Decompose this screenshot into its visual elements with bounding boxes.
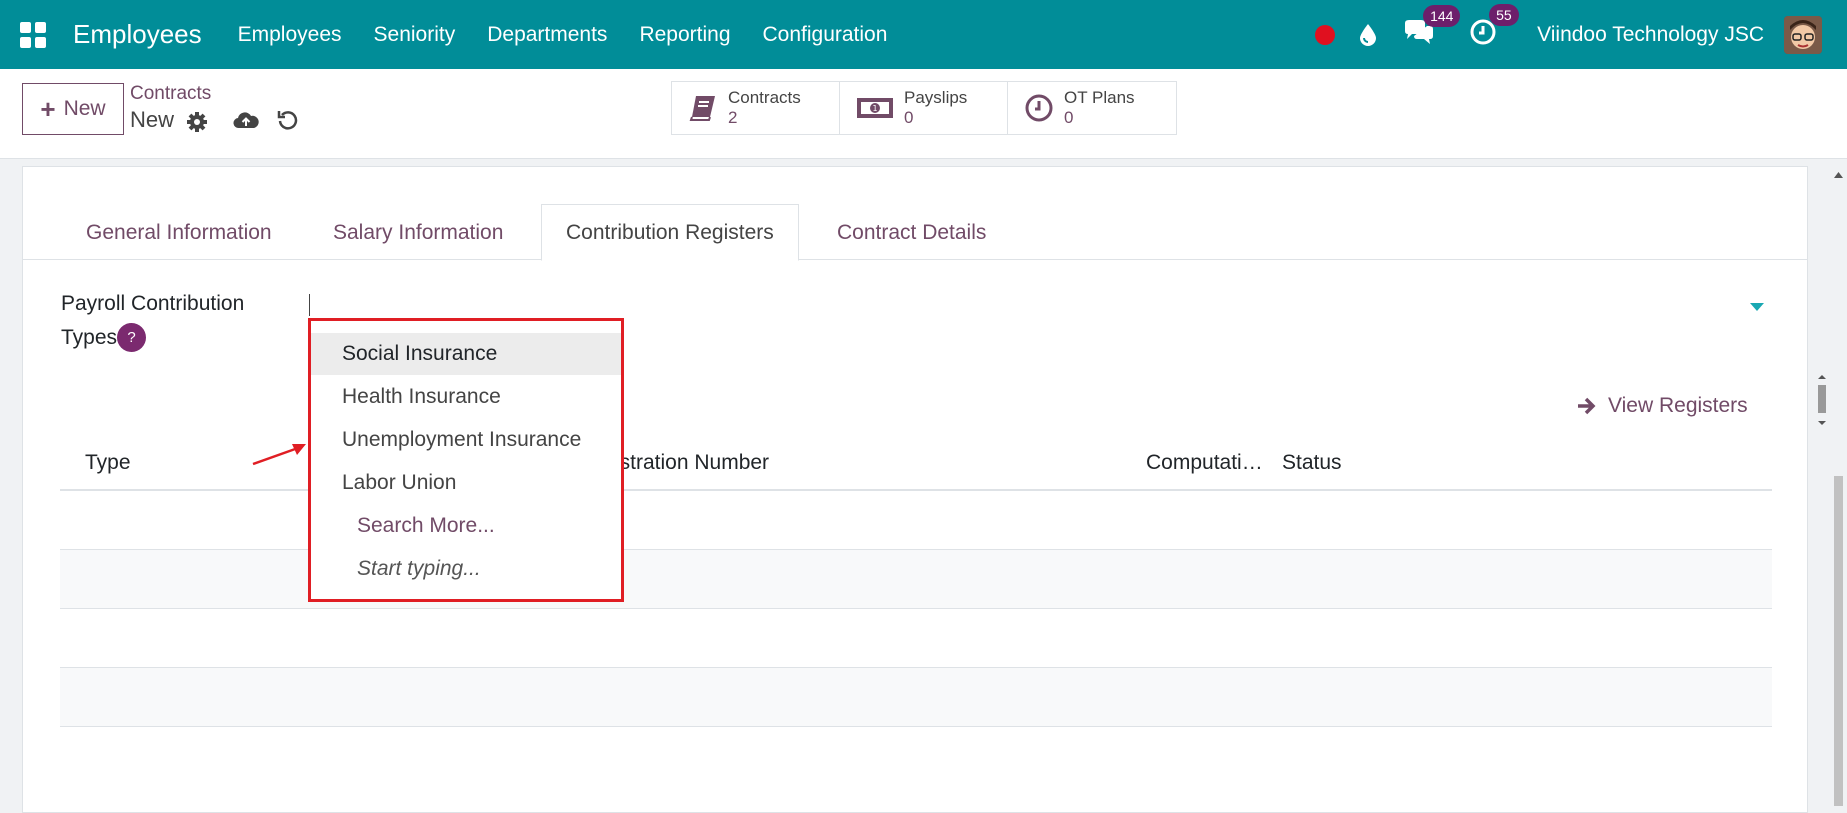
activities-menu[interactable]: 55 — [1469, 4, 1519, 51]
option-health-insurance[interactable]: Health Insurance — [311, 376, 621, 418]
annotation-arrow-icon — [252, 444, 306, 466]
breadcrumb-current: New — [130, 107, 175, 132]
breadcrumb-contracts[interactable]: Contracts — [130, 83, 211, 105]
top-navbar: Employees Employees Seniority Department… — [0, 0, 1847, 69]
drop-icon[interactable] — [1359, 23, 1377, 47]
tab-general-information[interactable]: General Information — [62, 204, 296, 261]
arrow-right-icon — [1578, 397, 1596, 415]
main-menu: Employees Seniority Departments Reportin… — [222, 23, 904, 47]
money-icon: 1 — [857, 98, 893, 118]
smart-value: 0 — [1064, 108, 1074, 127]
smart-label: Payslips — [904, 88, 968, 107]
option-labor-union[interactable]: Labor Union — [311, 462, 621, 504]
plus-icon: + — [40, 94, 56, 124]
menu-employees[interactable]: Employees — [238, 23, 342, 47]
tab-salary-information[interactable]: Salary Information — [309, 204, 527, 261]
help-tooltip-icon[interactable]: ? — [117, 323, 147, 352]
search-more-link[interactable]: Search More... — [311, 505, 621, 547]
gear-icon[interactable] — [186, 111, 208, 133]
menu-seniority[interactable]: Seniority — [374, 23, 456, 47]
sheet-scrollbar[interactable] — [1814, 372, 1830, 428]
view-registers-button[interactable]: View Registers — [1576, 394, 1748, 418]
option-unemployment-insurance[interactable]: Unemployment Insurance — [311, 419, 621, 461]
autocomplete-dropdown: Social Insurance Health Insurance Unempl… — [308, 318, 624, 602]
messages-menu[interactable]: 144 — [1403, 5, 1461, 50]
tab-contract-details[interactable]: Contract Details — [813, 204, 1010, 261]
page-scrollbar[interactable] — [1830, 166, 1847, 813]
table-row — [60, 609, 1772, 668]
discard-undo-icon[interactable] — [277, 109, 299, 131]
smart-label: OT Plans — [1064, 88, 1135, 107]
tab-contribution-registers[interactable]: Contribution Registers — [541, 204, 799, 261]
book-icon — [689, 96, 715, 121]
apps-grid-icon[interactable] — [20, 21, 46, 48]
avatar[interactable] — [1784, 15, 1822, 54]
column-computation[interactable]: Computati… — [1146, 451, 1263, 475]
menu-reporting[interactable]: Reporting — [639, 23, 730, 47]
messages-count-badge: 144 — [1423, 5, 1461, 27]
menu-configuration[interactable]: Configuration — [763, 23, 888, 47]
ot-plans-smart-button[interactable]: OT Plans 0 — [1008, 82, 1176, 134]
record-icon[interactable] — [1315, 24, 1336, 45]
activities-count-badge: 55 — [1489, 4, 1519, 26]
new-button-label: New — [63, 97, 106, 120]
text-cursor — [309, 294, 310, 316]
table-row — [60, 668, 1772, 727]
new-button[interactable]: + New — [22, 83, 124, 135]
view-registers-label: View Registers — [1608, 394, 1748, 417]
svg-text:1: 1 — [872, 104, 877, 113]
smart-buttons: Contracts 2 1 Payslips 0 OT Plans 0 — [671, 81, 1177, 135]
column-type[interactable]: Type — [85, 451, 131, 475]
column-status[interactable]: Status — [1282, 451, 1342, 475]
start-typing-hint: Start typing... — [357, 557, 481, 580]
user-avatar-icon — [1784, 15, 1822, 54]
clock-icon — [1025, 94, 1053, 122]
save-cloud-icon[interactable] — [233, 109, 259, 131]
app-title[interactable]: Employees — [73, 19, 202, 50]
field-label-line2: Types — [61, 326, 118, 349]
smart-label: Contracts — [728, 88, 801, 107]
payslips-smart-button[interactable]: 1 Payslips 0 — [840, 82, 1008, 134]
control-panel: + New Contracts New Contracts 2 1 Paysli… — [0, 69, 1847, 159]
notebook-tabs: General Information Salary Information C… — [23, 204, 1807, 261]
option-social-insurance[interactable]: Social Insurance — [311, 333, 621, 375]
dropdown-caret-icon[interactable] — [1750, 303, 1764, 311]
menu-departments[interactable]: Departments — [487, 23, 607, 47]
contracts-smart-button[interactable]: Contracts 2 — [672, 82, 840, 134]
smart-value: 0 — [904, 108, 914, 127]
payroll-contribution-types-label: Payroll Contribution Types? — [61, 287, 244, 355]
company-switcher[interactable]: Viindoo Technology JSC — [1537, 23, 1764, 47]
field-label-line1: Payroll Contribution — [61, 292, 245, 315]
smart-value: 2 — [728, 108, 738, 127]
column-registration-number[interactable]: istration Number — [615, 451, 769, 475]
form-sheet: General Information Salary Information C… — [22, 166, 1826, 813]
